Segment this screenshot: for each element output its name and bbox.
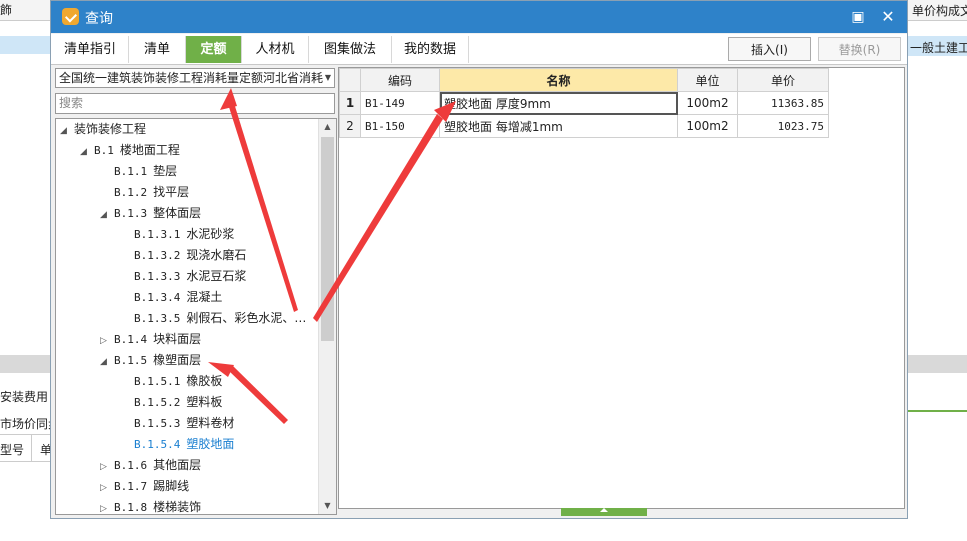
arrow-to-grid-name — [313, 101, 456, 322]
arrow-to-tree-node — [208, 362, 288, 424]
annotation-arrows — [208, 88, 456, 424]
arrow-to-library-select — [220, 88, 298, 312]
